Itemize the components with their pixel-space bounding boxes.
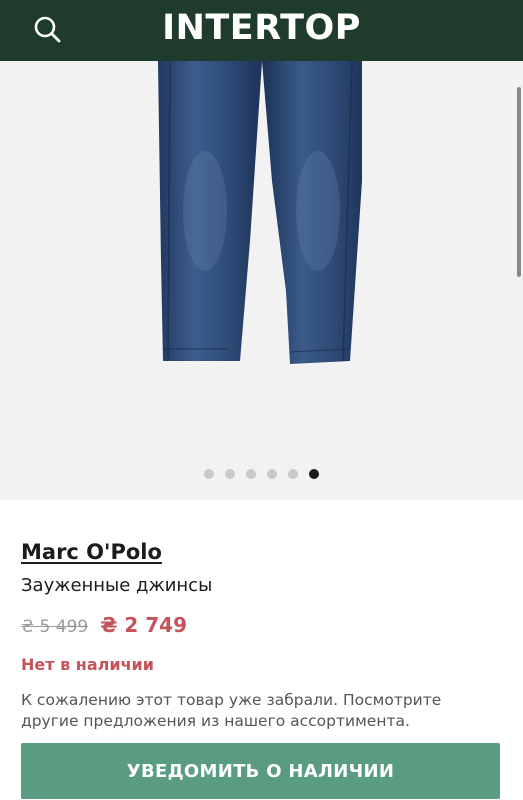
gallery-dot[interactable] <box>246 469 256 479</box>
gallery-dot[interactable] <box>225 469 235 479</box>
page-scrollbar[interactable] <box>517 87 521 277</box>
brand-link[interactable]: Marc O'Polo <box>21 540 162 564</box>
notify-availability-button[interactable]: УВЕДОМИТЬ О НАЛИЧИИ <box>21 743 500 799</box>
top-header: INTERTOP <box>0 0 523 61</box>
price-block: ₴ 5 499 ₴ 2 749 <box>21 613 501 637</box>
gallery-dot[interactable] <box>204 469 214 479</box>
gallery-pagination <box>0 469 523 479</box>
out-of-stock-notice: К сожалению этот товар уже забрали. Посм… <box>21 691 442 730</box>
gallery-dot[interactable] <box>288 469 298 479</box>
product-title: Зауженные джинсы <box>21 575 213 596</box>
product-image-gallery[interactable] <box>0 61 523 500</box>
site-logo[interactable]: INTERTOP <box>0 6 523 50</box>
sale-price: ₴ 2 749 <box>100 613 188 637</box>
jeans-image <box>158 61 362 364</box>
availability-status: Нет в наличии <box>21 655 154 674</box>
gallery-dot-active[interactable] <box>309 469 319 479</box>
gallery-dot[interactable] <box>267 469 277 479</box>
product-info: Marc O'Polo Зауженные джинсы ₴ 5 499 ₴ 2… <box>21 540 501 732</box>
old-price: ₴ 5 499 <box>21 617 89 637</box>
